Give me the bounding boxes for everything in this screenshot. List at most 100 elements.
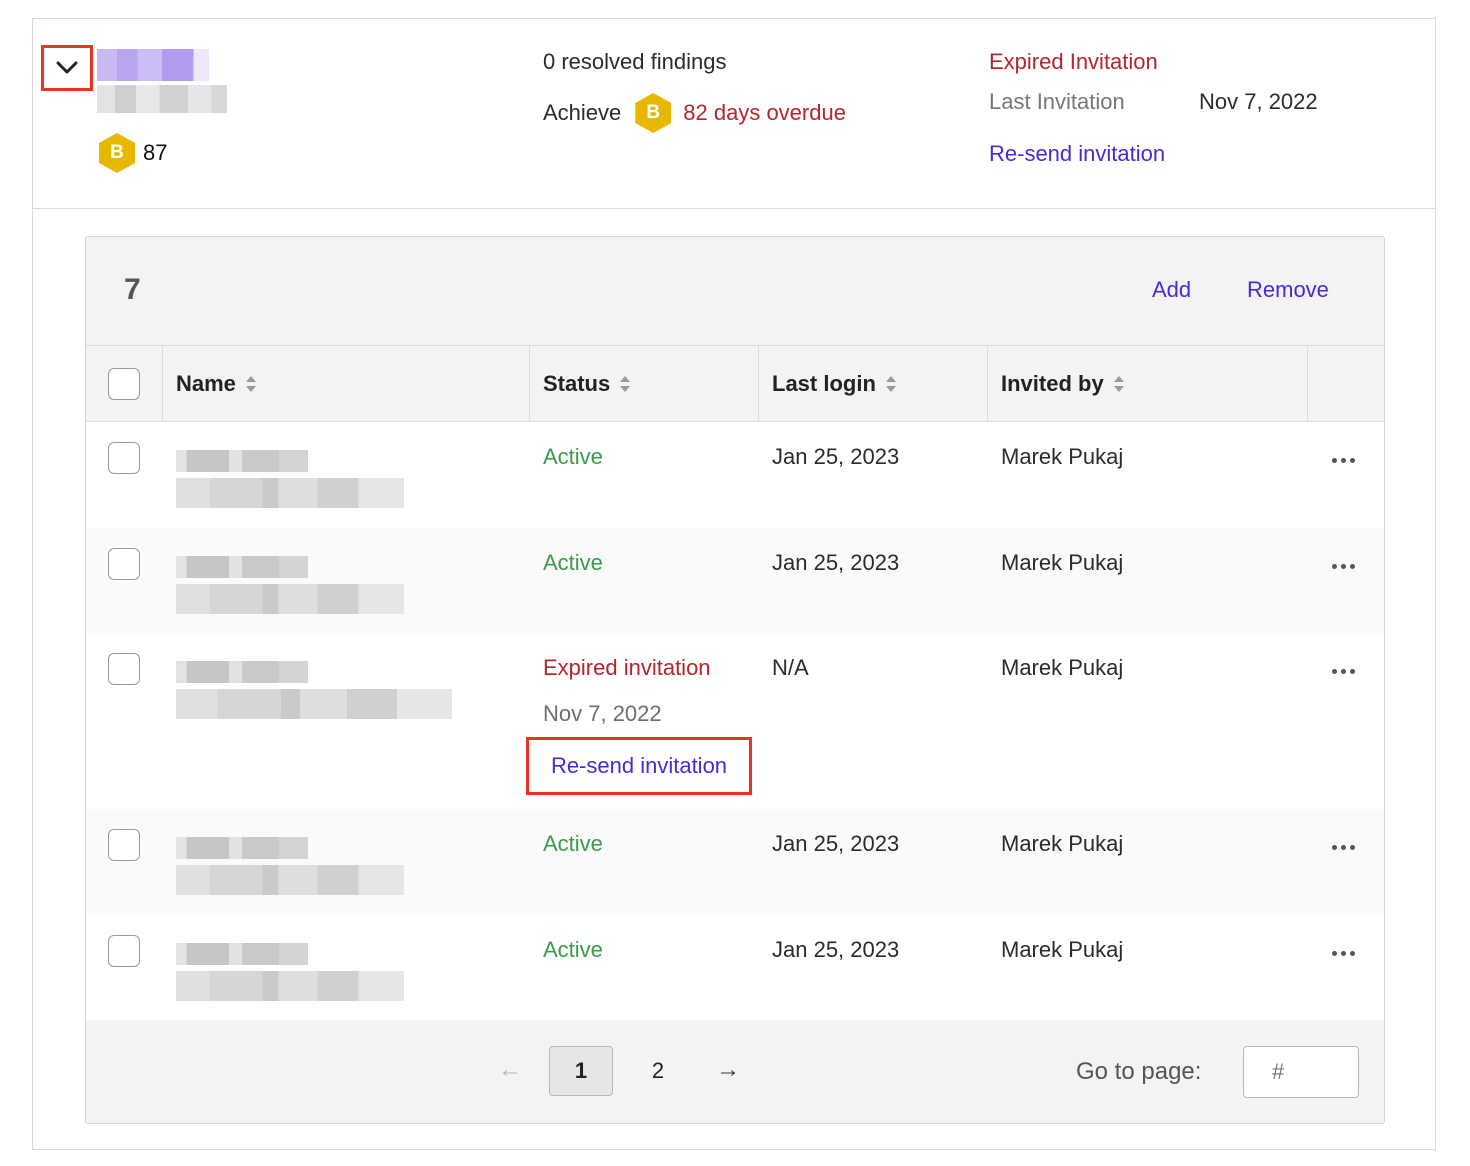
goto-page-input[interactable] bbox=[1243, 1046, 1359, 1098]
contact-name-redacted bbox=[176, 556, 308, 578]
expand-toggle-button[interactable] bbox=[41, 45, 93, 91]
last-login-cell: Jan 25, 2023 bbox=[772, 831, 900, 856]
invited-by-cell: Marek Pukaj bbox=[1001, 831, 1124, 856]
more-horizontal-icon bbox=[1332, 458, 1337, 463]
column-last-login-label: Last login bbox=[772, 370, 876, 396]
pagination: ← 1 2 → Go to page: bbox=[86, 1020, 1384, 1123]
contact-name-redacted bbox=[176, 943, 308, 965]
chevron-down-icon bbox=[56, 61, 78, 74]
contact-count: 7 bbox=[124, 273, 141, 306]
contact-name-redacted bbox=[176, 661, 308, 683]
security-score: B 87 bbox=[99, 133, 167, 173]
more-dot bbox=[1341, 564, 1346, 569]
select-all-cell bbox=[86, 346, 163, 421]
row-checkbox[interactable] bbox=[108, 548, 140, 580]
table-row: Active Jan 25, 2023 Marek Pukaj bbox=[86, 809, 1384, 915]
target-grade-badge: B bbox=[635, 93, 672, 133]
row-actions-button[interactable] bbox=[1332, 951, 1355, 956]
row-actions-button[interactable] bbox=[1332, 845, 1355, 850]
select-all-checkbox[interactable] bbox=[108, 367, 140, 400]
vendor-header: B 87 0 resolved findings Achieve B 82 da… bbox=[33, 19, 1435, 209]
contact-email-redacted bbox=[176, 584, 404, 614]
contact-email-redacted bbox=[176, 865, 404, 895]
invitation-date: Nov 7, 2022 bbox=[543, 701, 662, 726]
resolved-findings: 0 resolved findings bbox=[543, 49, 727, 74]
row-actions-button[interactable] bbox=[1332, 669, 1355, 674]
column-invited-by-label: Invited by bbox=[1001, 370, 1104, 396]
last-login-cell: Jan 25, 2023 bbox=[772, 937, 900, 962]
status-cell: Expired invitation bbox=[543, 655, 711, 680]
invitation-status: Expired Invitation bbox=[989, 49, 1158, 74]
contact-name-redacted bbox=[176, 450, 308, 472]
row-checkbox[interactable] bbox=[108, 653, 140, 685]
sort-icon bbox=[245, 375, 256, 392]
contact-name-redacted bbox=[176, 837, 308, 859]
more-horizontal-icon bbox=[1332, 845, 1337, 850]
row-actions-button[interactable] bbox=[1332, 458, 1355, 463]
more-horizontal-icon bbox=[1332, 669, 1337, 674]
more-dot bbox=[1350, 669, 1355, 674]
contact-email-redacted bbox=[176, 689, 452, 719]
status-cell: Active bbox=[543, 444, 603, 469]
invited-by-cell: Marek Pukaj bbox=[1001, 550, 1124, 575]
last-invitation-date: Nov 7, 2022 bbox=[1199, 89, 1318, 114]
row-resend-invitation-link[interactable]: Re-send invitation bbox=[526, 737, 752, 795]
more-horizontal-icon bbox=[1332, 564, 1337, 569]
more-dot bbox=[1341, 458, 1346, 463]
table-row: Expired invitation Nov 7, 2022 Re-send i… bbox=[86, 633, 1384, 809]
row-checkbox[interactable] bbox=[108, 442, 140, 474]
score-value: 87 bbox=[143, 140, 168, 165]
status-cell: Active bbox=[543, 831, 603, 856]
more-dot bbox=[1350, 845, 1355, 850]
page-1-button[interactable]: 1 bbox=[549, 1046, 613, 1096]
status-cell: Active bbox=[543, 550, 603, 575]
more-dot bbox=[1341, 669, 1346, 674]
resend-invitation-link[interactable]: Re-send invitation bbox=[989, 141, 1165, 167]
vendor-card: B 87 0 resolved findings Achieve B 82 da… bbox=[32, 18, 1436, 1150]
overdue-text: 82 days overdue bbox=[683, 100, 846, 125]
invited-by-cell: Marek Pukaj bbox=[1001, 937, 1124, 962]
more-dot bbox=[1350, 951, 1355, 956]
more-dot bbox=[1350, 564, 1355, 569]
contact-email-redacted bbox=[176, 478, 404, 508]
last-invitation-label: Last Invitation bbox=[989, 89, 1125, 114]
goto-page-label: Go to page: bbox=[1076, 1058, 1202, 1085]
column-name[interactable]: Name bbox=[163, 346, 530, 421]
contact-email-redacted bbox=[176, 971, 404, 1001]
invited-by-cell: Marek Pukaj bbox=[1001, 444, 1124, 469]
status-cell: Active bbox=[543, 937, 603, 962]
add-button[interactable]: Add bbox=[1152, 277, 1191, 303]
panel-toolbar: 7 Add Remove bbox=[86, 237, 1384, 345]
last-login-cell: N/A bbox=[772, 655, 809, 680]
more-dot bbox=[1341, 845, 1346, 850]
vendor-domain-redacted bbox=[97, 85, 227, 113]
grade-badge: B bbox=[99, 133, 135, 173]
page-2-button[interactable]: 2 bbox=[636, 1046, 680, 1096]
column-name-label: Name bbox=[176, 370, 236, 396]
row-checkbox[interactable] bbox=[108, 829, 140, 861]
column-last-login[interactable]: Last login bbox=[759, 346, 988, 421]
sort-icon bbox=[620, 375, 631, 392]
column-invited-by[interactable]: Invited by bbox=[988, 346, 1308, 421]
more-dot bbox=[1350, 458, 1355, 463]
next-page-button[interactable]: → bbox=[716, 1056, 740, 1084]
table-row: Active Jan 25, 2023 Marek Pukaj bbox=[86, 528, 1384, 633]
last-login-cell: Jan 25, 2023 bbox=[772, 444, 900, 469]
more-horizontal-icon bbox=[1332, 951, 1337, 956]
column-status[interactable]: Status bbox=[530, 346, 759, 421]
more-dot bbox=[1341, 951, 1346, 956]
achieve-label: Achieve bbox=[543, 100, 622, 125]
table-row: Active Jan 25, 2023 Marek Pukaj bbox=[86, 422, 1384, 528]
vendor-name-redacted bbox=[97, 49, 209, 81]
sort-icon bbox=[885, 375, 896, 392]
row-checkbox[interactable] bbox=[108, 935, 140, 967]
row-actions-button[interactable] bbox=[1332, 564, 1355, 569]
column-status-label: Status bbox=[543, 370, 611, 396]
remove-button[interactable]: Remove bbox=[1247, 277, 1329, 303]
sort-icon bbox=[1113, 375, 1124, 392]
contacts-panel: 7 Add Remove Name Status Last login Invi… bbox=[85, 236, 1385, 1124]
achieve-target: Achieve B 82 days overdue bbox=[543, 93, 846, 133]
last-login-cell: Jan 25, 2023 bbox=[772, 550, 900, 575]
prev-page-button[interactable]: ← bbox=[498, 1056, 522, 1084]
invited-by-cell: Marek Pukaj bbox=[1001, 655, 1124, 680]
